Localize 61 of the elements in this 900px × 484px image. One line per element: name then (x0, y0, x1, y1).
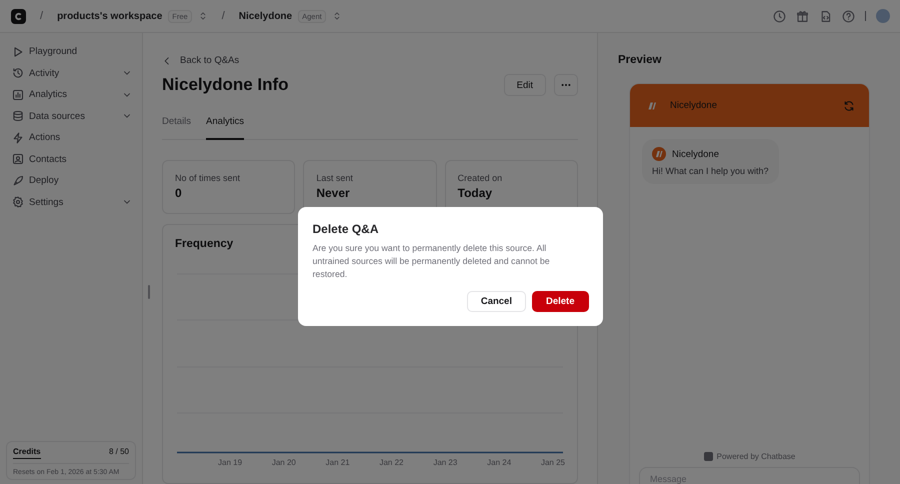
stat-value: Never (316, 186, 351, 200)
sidebar-item[interactable]: Playground (6, 41, 136, 62)
clock-icon[interactable] (773, 10, 786, 22)
stat-label: No of times sent (175, 173, 242, 183)
sidebar-item[interactable]: Analytics (6, 84, 136, 106)
message-text: Hi! What can I help you with? (652, 166, 769, 176)
axis-label: Jan 22 (379, 458, 404, 467)
up-down-icon (332, 11, 342, 21)
axis-label: Jan 25 (540, 458, 565, 467)
contact-card-icon (12, 153, 24, 166)
cancel-button[interactable]: Cancel (466, 290, 526, 312)
sidebar-item[interactable]: Data sources (6, 106, 136, 127)
gift-icon (796, 10, 809, 22)
powered-by-link[interactable]: Powered by Chatbase (630, 452, 869, 461)
sidebar-item[interactable]: Activity (6, 62, 136, 84)
breadcrumb-separator: / (40, 10, 44, 22)
dialog-title: Delete Q&A (312, 222, 380, 236)
refresh-icon (843, 100, 855, 112)
edit-button[interactable]: Edit (504, 74, 546, 96)
axis-label: Jan 24 (487, 458, 512, 467)
bot-name: Nicelydone (670, 100, 718, 111)
page-title: Nicelydone Info (162, 75, 290, 95)
sender-name: Nicelydone (672, 148, 719, 160)
sidebar-item[interactable]: Contacts (6, 148, 136, 170)
sidebar-item[interactable]: Actions (6, 127, 136, 148)
avatar[interactable] (876, 9, 890, 23)
code-file-icon (819, 10, 832, 22)
axis-label: Jan 20 (272, 458, 296, 467)
chart-title: Frequency (175, 238, 234, 250)
play-icon (12, 46, 24, 58)
settings-icon (12, 196, 24, 208)
bot-avatar-icon (652, 147, 666, 161)
credits-tab[interactable]: Credits (13, 447, 41, 459)
delete-button[interactable]: Delete (532, 290, 588, 312)
tab[interactable]: Details (162, 114, 192, 140)
dialog-message: Are you sure you want to permanently delete this source. All untrained sources will be permanently deleted and cannot be restored. (312, 242, 551, 282)
axis-label: Jan 21 (326, 458, 350, 467)
agent-name[interactable]: Nicelydone (238, 10, 292, 22)
bar-chart-icon (12, 88, 24, 101)
stat-value: 0 (175, 186, 183, 200)
help-icon (842, 10, 855, 22)
tab[interactable]: Analytics (206, 114, 244, 140)
sidebar-item[interactable]: Deploy (6, 170, 136, 192)
more-button[interactable] (554, 74, 578, 96)
breadcrumb-separator: / (222, 10, 225, 22)
sidebar-item[interactable]: Settings (6, 192, 136, 213)
database-icon (12, 110, 24, 122)
axis-label: Jan 19 (218, 458, 242, 467)
resize-handle[interactable] (148, 285, 150, 299)
back-link[interactable]: Back to Q&As (162, 55, 240, 66)
lightning-icon (12, 132, 24, 144)
up-down-icon (198, 11, 208, 21)
workspace-name[interactable]: products's workspace (57, 10, 162, 22)
axis-label: Jan 23 (433, 458, 458, 467)
panel-title: Preview (618, 54, 662, 66)
app-logo[interactable] (11, 8, 26, 24)
stat-label: Created on (458, 173, 504, 183)
stat-value: Today (458, 186, 494, 200)
history-icon (12, 67, 24, 80)
credits-count: 8 / 50 (108, 447, 129, 458)
stat-label: Last sent (316, 173, 354, 183)
